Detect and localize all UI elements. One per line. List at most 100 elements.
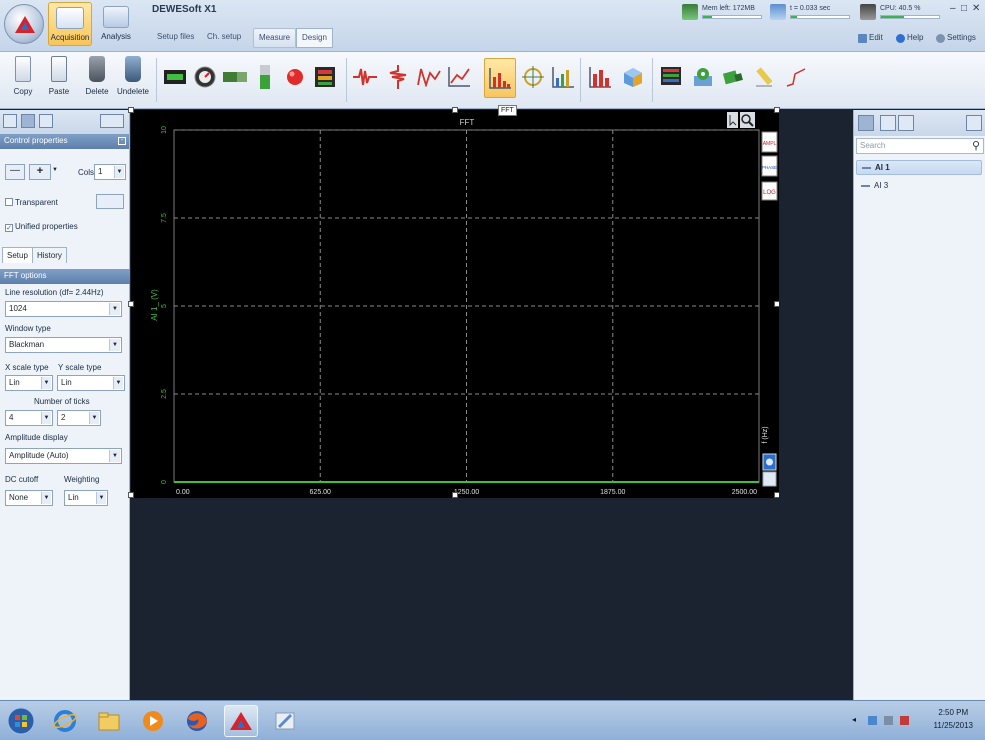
layout-edit-icon[interactable] — [21, 114, 35, 128]
y-ticks-value: 2 — [61, 413, 66, 422]
draw-line-tool[interactable] — [752, 64, 778, 90]
internet-explorer-button[interactable] — [48, 705, 82, 737]
y-scale-select[interactable]: Lin ▼ — [57, 375, 125, 391]
xy-plot-tool[interactable] — [446, 64, 472, 90]
chevron-down-icon: ▼ — [41, 412, 51, 424]
fft-3d-tool[interactable] — [550, 64, 576, 90]
panel-options-icon[interactable] — [966, 115, 982, 131]
channel-search-input[interactable]: Search ⚲ — [856, 138, 984, 154]
weighting-select[interactable]: Lin ▼ — [64, 490, 108, 506]
resize-handle[interactable] — [128, 301, 134, 307]
3d-graph-tool[interactable] — [620, 64, 646, 90]
layout-screen-icon[interactable] — [3, 114, 17, 128]
histogram-tool[interactable] — [587, 64, 613, 90]
settings-link[interactable]: Settings — [936, 33, 976, 43]
undelete-button[interactable]: Undelete — [116, 54, 150, 104]
scope-tool[interactable] — [416, 64, 442, 90]
copy-button[interactable]: Copy — [6, 54, 40, 104]
tab-measure[interactable]: Measure — [253, 28, 297, 48]
tab-ch-setup[interactable]: Ch. setup — [202, 28, 246, 48]
y-ticks-select[interactable]: 2 ▼ — [57, 410, 101, 426]
app-menu-button[interactable] — [4, 4, 44, 44]
bar-meter-tool[interactable] — [222, 64, 248, 90]
resize-handle[interactable] — [452, 107, 458, 113]
volume-icon[interactable] — [884, 716, 893, 725]
x-ticks-select[interactable]: 4 ▼ — [5, 410, 53, 426]
channel-tree-icon[interactable] — [898, 115, 914, 131]
digital-meter-tool[interactable] — [162, 64, 188, 90]
cols-select[interactable]: 1 ▼ — [94, 164, 126, 180]
indicator-lamp-tool[interactable] — [282, 64, 308, 90]
scroll-down-button[interactable] — [762, 471, 777, 487]
acquisition-mode-button[interactable]: Acquisition — [48, 2, 92, 46]
amplitude-select[interactable]: Amplitude (Auto) ▼ — [5, 448, 122, 464]
channel-list-icon[interactable] — [858, 115, 874, 131]
vertical-bar-tool[interactable] — [252, 64, 278, 90]
collapse-icon[interactable]: - — [118, 137, 126, 145]
layout-image-icon[interactable] — [39, 114, 53, 128]
tab-design[interactable]: Design — [296, 28, 333, 48]
display-icon[interactable] — [100, 114, 124, 128]
firefox-button[interactable] — [180, 705, 214, 737]
close-button[interactable]: ✕ — [972, 3, 980, 14]
edit-link[interactable]: Edit — [858, 33, 883, 43]
delete-button[interactable]: Delete — [80, 54, 114, 104]
add-button[interactable]: + — [29, 164, 51, 180]
tray-expand-icon[interactable]: ◂ — [852, 715, 856, 724]
tab-setup-files[interactable]: Setup files — [152, 28, 199, 48]
transparent-label: Transparent — [15, 198, 58, 207]
analog-meter-tool[interactable] — [192, 64, 218, 90]
system-clock[interactable]: 2:50 PM 11/25/2013 — [934, 706, 973, 732]
x-scale-select[interactable]: Lin ▼ — [5, 375, 53, 391]
line-resolution-select[interactable]: 1024 ▼ — [5, 301, 122, 317]
windows-start-icon — [7, 707, 35, 735]
paint-button[interactable] — [268, 705, 302, 737]
table-tool[interactable] — [658, 64, 684, 90]
vertical-recorder-tool[interactable] — [385, 64, 411, 90]
unified-properties-checkbox[interactable]: ✓ Unified properties — [5, 222, 78, 232]
gps-tool[interactable] — [690, 64, 716, 90]
help-link[interactable]: Help — [896, 33, 923, 43]
network-icon[interactable] — [868, 716, 877, 725]
analysis-mode-button[interactable]: Analysis — [94, 2, 138, 46]
channel-item-ai1[interactable]: AI 1 — [856, 160, 982, 175]
fft-display[interactable]: 0.00 625.00 1250.00 1875.00 2500.00 0 2.5 5 7.5 1… — [128, 107, 780, 498]
window-type-select[interactable]: Blackman ▼ — [5, 337, 122, 353]
add-dropdown-icon[interactable]: ▼ — [52, 167, 58, 173]
edit-label: Edit — [869, 33, 883, 42]
paste-button[interactable]: Paste — [42, 54, 76, 104]
tab-history[interactable]: History — [32, 247, 67, 263]
recorder-line-tool[interactable] — [352, 64, 378, 90]
tab-setup[interactable]: Setup — [2, 247, 33, 263]
resize-handle[interactable] — [128, 107, 134, 113]
folder-icon — [98, 712, 120, 731]
channel-grid-icon[interactable] — [880, 115, 896, 131]
vertical-recorder-icon — [315, 67, 335, 87]
video-tool[interactable] — [720, 64, 746, 90]
screen-canvas[interactable] — [131, 498, 853, 700]
channel-panel: Search ⚲ AI 1 AI 3 — [853, 110, 985, 700]
media-player-button[interactable] — [136, 705, 170, 737]
line-resolution-label: Line resolution (df= 2.44Hz) — [5, 288, 104, 297]
start-button[interactable] — [4, 705, 38, 737]
cols-value: 1 — [98, 167, 103, 176]
dc-cutoff-select[interactable]: None ▼ — [5, 490, 53, 506]
app-title: DEWESoft X1 — [152, 4, 217, 15]
fft-chart[interactable]: 0.00 625.00 1250.00 1875.00 2500.0002.557.51… — [131, 110, 779, 498]
transparent-checkbox[interactable]: Transparent — [5, 198, 58, 207]
minimize-button[interactable]: – — [950, 3, 956, 14]
dewesoft-taskbar-button[interactable] — [224, 705, 258, 737]
action-center-icon[interactable] — [900, 716, 909, 725]
fft-tool[interactable] — [484, 58, 516, 98]
orbit-tool[interactable] — [520, 64, 546, 90]
paint-icon — [275, 712, 295, 730]
channel-item-ai3[interactable]: AI 3 — [856, 179, 982, 194]
color-picker-button[interactable] — [96, 194, 124, 209]
recorder-tool[interactable] — [312, 64, 338, 90]
maximize-button[interactable]: □ — [961, 3, 967, 14]
media-player-icon — [143, 711, 163, 731]
file-explorer-button[interactable] — [92, 705, 126, 737]
remove-button[interactable]: — — [5, 164, 25, 180]
cursor-tool-button[interactable] — [727, 112, 738, 128]
line-tool[interactable] — [783, 64, 809, 90]
